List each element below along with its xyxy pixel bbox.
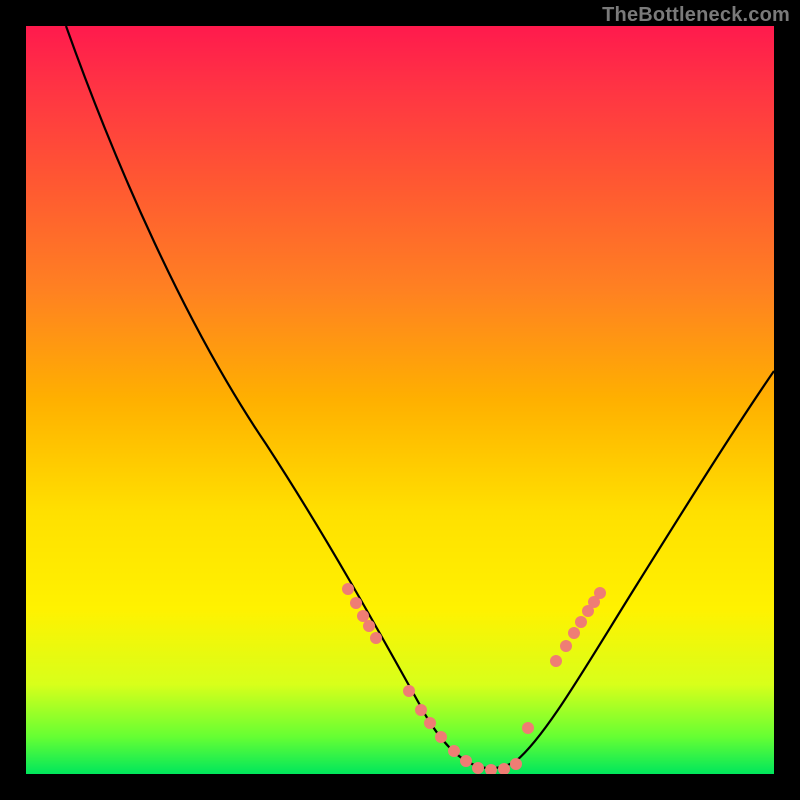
plot-area bbox=[26, 26, 774, 774]
bottleneck-curve bbox=[66, 26, 774, 768]
watermark-text: TheBottleneck.com bbox=[602, 4, 790, 27]
curve-svg bbox=[26, 26, 774, 774]
highlight-markers bbox=[342, 583, 606, 774]
chart-frame: TheBottleneck.com bbox=[0, 0, 800, 800]
